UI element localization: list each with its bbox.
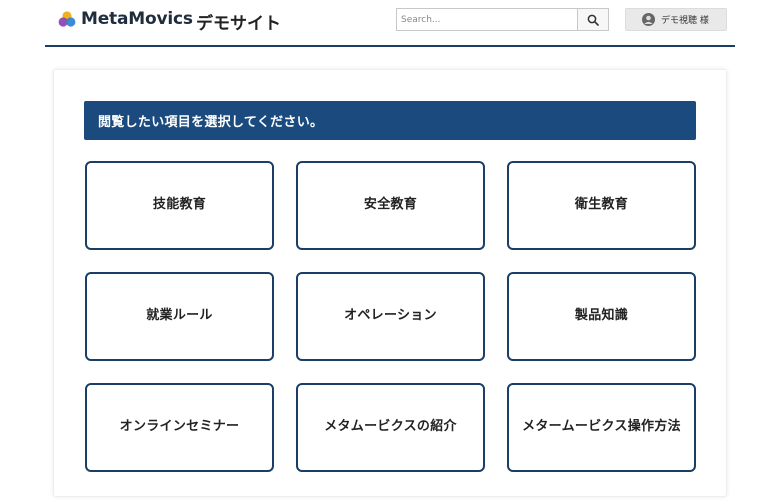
search-box [396,8,609,31]
site-header: MetaMovics デモサイト デモ視聴 様 [0,0,780,46]
site-logo[interactable]: MetaMovics [58,9,193,29]
search-icon [587,14,599,26]
search-input[interactable] [397,9,577,30]
category-label: メタムービクスの紹介 [324,419,457,435]
category-label: メタームービクス操作方法 [522,419,681,435]
category-card-work-rules[interactable]: 就業ルール [85,272,274,361]
search-button[interactable] [577,9,608,30]
user-menu-button[interactable]: デモ視聴 様 [625,8,727,31]
category-card-online-seminar[interactable]: オンラインセミナー [85,383,274,472]
category-label: オンラインセミナー [119,419,240,435]
site-name: デモサイト [196,14,281,34]
metamovics-logo-icon [58,11,76,27]
category-card-product-knowledge[interactable]: 製品知識 [507,272,696,361]
category-label: 安全教育 [363,197,418,213]
category-card-skills[interactable]: 技能教育 [85,161,274,250]
category-card-how-to-use[interactable]: メタームービクス操作方法 [507,383,696,472]
category-card-introduction[interactable]: メタムービクスの紹介 [296,383,485,472]
category-label: 技能教育 [152,197,207,213]
category-label: オペレーション [344,308,437,324]
category-card-safety[interactable]: 安全教育 [296,161,485,250]
category-label: 衛生教育 [574,197,629,213]
category-label: 製品知識 [574,308,629,324]
instruction-text: 閲覧したい項目を選択してください。 [98,115,324,130]
user-name: デモ視聴 様 [661,16,709,26]
user-avatar-icon [642,13,655,26]
header-divider [45,45,735,47]
category-card-operation[interactable]: オペレーション [296,272,485,361]
category-label: 就業ルール [146,308,213,324]
category-card-hygiene[interactable]: 衛生教育 [507,161,696,250]
instruction-banner: 閲覧したい項目を選択してください。 [84,101,696,140]
brand-name: MetaMovics [81,9,193,29]
